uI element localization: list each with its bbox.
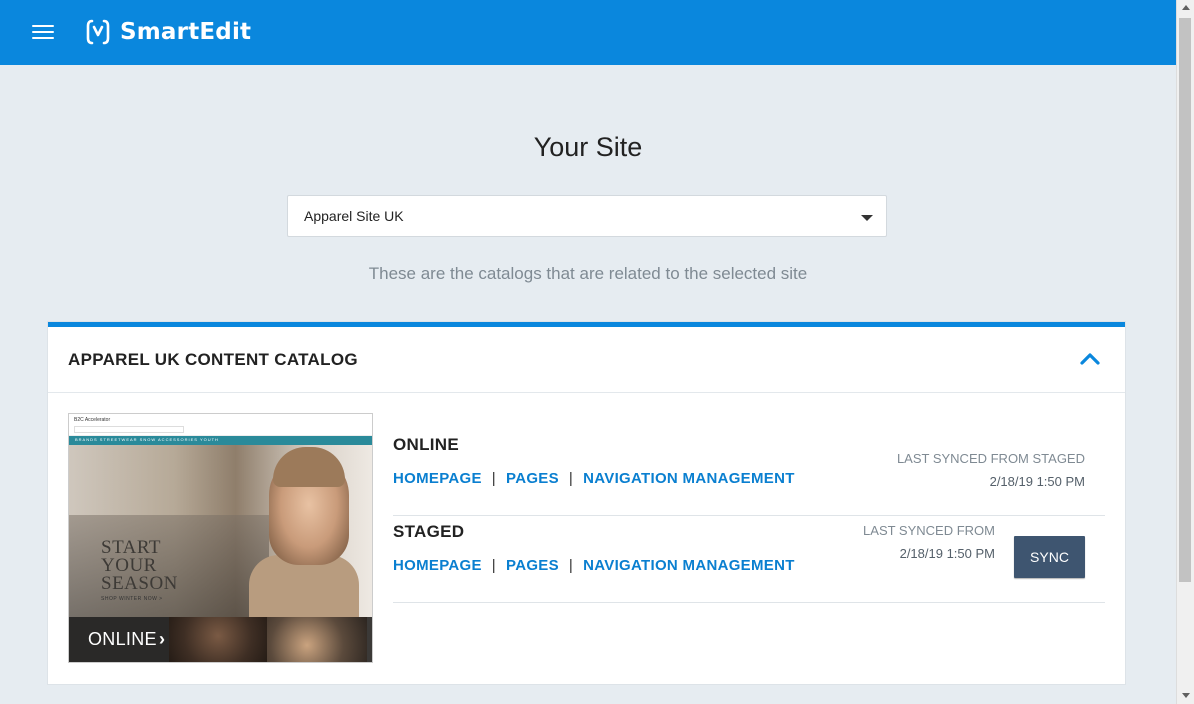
vertical-scrollbar[interactable] — [1176, 0, 1194, 704]
sync-date: 2/18/19 1:50 PM — [899, 546, 995, 561]
thumbnail-site-header: B2C Accelerator — [69, 414, 372, 436]
version-name: STAGED — [393, 522, 465, 541]
homepage-link[interactable]: HOMEPAGE — [393, 557, 482, 574]
navigation-management-link[interactable]: NAVIGATION MANAGEMENT — [583, 557, 795, 574]
page-title: Your Site — [533, 132, 643, 162]
sync-button[interactable]: SYNC — [1014, 536, 1085, 578]
catalog-version-staged: STAGED HOMEPAGE | PAGES | NAVIGATION MAN… — [393, 517, 1105, 603]
sync-date: 2/18/19 1:50 PM — [989, 474, 1085, 489]
thumbnail-hero-image: START YOUR SEASON SHOP WINTER NOW > — [69, 445, 372, 617]
version-links: HOMEPAGE | PAGES | NAVIGATION MANAGEMENT — [393, 557, 795, 574]
catalog-thumbnail[interactable]: B2C Accelerator BRANDS STREETWEAR SNOW A… — [68, 413, 373, 663]
link-separator: | — [491, 557, 496, 574]
catalog-name: APPAREL UK CONTENT CATALOG — [68, 350, 358, 369]
thumbnail-hero-text: START YOUR SEASON — [101, 537, 178, 594]
thumbnail-site-logo: B2C Accelerator — [74, 417, 111, 423]
catalog-header[interactable]: APPAREL UK CONTENT CATALOG — [48, 327, 1125, 393]
smartedit-app: SmartEdit Your Site Apparel Site UK Thes… — [0, 0, 1176, 704]
link-separator: | — [568, 470, 574, 487]
thumbnail-bottom-strip: ONLINE › — [69, 617, 372, 662]
caret-down-icon — [861, 215, 873, 221]
open-online-version-button[interactable]: ONLINE › — [69, 617, 169, 662]
app-logo[interactable]: SmartEdit — [86, 17, 251, 47]
sync-status: LAST SYNCED FROM 2/18/19 1:50 PM — [863, 519, 995, 565]
pages-link[interactable]: PAGES — [506, 470, 559, 487]
chevron-up-icon[interactable] — [1079, 349, 1101, 369]
site-subtitle: These are the catalogs that are related … — [368, 264, 808, 283]
catalog-version-online: ONLINE HOMEPAGE | PAGES | NAVIGATION MAN… — [393, 430, 1105, 516]
link-separator: | — [568, 557, 574, 574]
app-name: SmartEdit — [120, 19, 252, 45]
online-overlay-label: ONLINE — [88, 629, 157, 649]
sync-status: LAST SYNCED FROM STAGED 2/18/19 1:50 PM — [897, 447, 1085, 493]
selected-site-value: Apparel Site UK — [304, 208, 404, 224]
sync-label: LAST SYNCED FROM — [863, 523, 995, 538]
scroll-up-arrow-icon[interactable] — [1182, 5, 1190, 10]
thumbnail-hero-cta: SHOP WINTER NOW > — [101, 596, 163, 602]
thumbnail-nav-bar: BRANDS STREETWEAR SNOW ACCESSORIES YOUTH — [69, 436, 372, 445]
thumbnail-search-box — [74, 426, 184, 433]
homepage-link[interactable]: HOMEPAGE — [393, 470, 482, 487]
site-selector[interactable]: Apparel Site UK — [287, 195, 887, 237]
sync-label: LAST SYNCED FROM STAGED — [896, 451, 1085, 466]
scroll-down-arrow-icon[interactable] — [1182, 693, 1190, 698]
version-name: ONLINE — [393, 435, 460, 454]
thumbnail-nav-text: BRANDS STREETWEAR SNOW ACCESSORIES YOUTH — [75, 437, 219, 442]
chevron-right-icon: › — [159, 629, 165, 649]
scrollbar-thumb[interactable] — [1179, 18, 1191, 582]
hamburger-icon[interactable] — [32, 24, 54, 40]
top-bar: SmartEdit — [0, 0, 1176, 65]
catalog-card: APPAREL UK CONTENT CATALOG B2C Accelerat… — [48, 322, 1125, 684]
version-links: HOMEPAGE | PAGES | NAVIGATION MANAGEMENT — [393, 470, 795, 487]
navigation-management-link[interactable]: NAVIGATION MANAGEMENT — [583, 470, 795, 487]
link-separator: | — [491, 470, 496, 487]
smartedit-logo-icon — [86, 19, 110, 45]
pages-link[interactable]: PAGES — [506, 557, 559, 574]
